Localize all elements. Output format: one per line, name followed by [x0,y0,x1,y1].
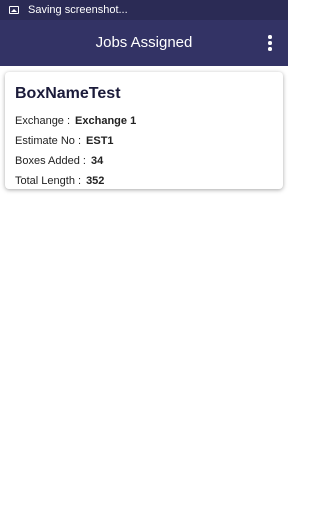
exchange-label: Exchange : [15,115,71,127]
boxes-row: Boxes Added : 34 [15,151,273,171]
status-text: Saving screenshot... [28,4,128,16]
app-bar: Jobs Assigned [0,20,288,66]
job-card[interactable]: BoxNameTest Exchange : Exchange 1 Estimat… [5,72,283,189]
image-icon [9,6,19,14]
menu-dot [268,35,272,39]
page-title: Jobs Assigned [95,34,193,51]
estimate-row: Estimate No : EST1 [15,131,273,151]
estimate-label: Estimate No : [15,135,82,147]
boxes-value: 34 [90,155,104,167]
job-name: BoxNameTest [15,85,121,102]
menu-dot [268,41,272,45]
estimate-value: EST1 [86,135,114,147]
length-row: Total Length : 352 [15,171,273,191]
length-label: Total Length : [15,175,82,187]
exchange-row: Exchange : Exchange 1 [15,111,273,131]
status-bar: Saving screenshot... [0,0,288,20]
more-vert-icon[interactable] [262,33,278,53]
exchange-value: Exchange 1 [75,115,137,127]
length-value: 352 [86,175,105,187]
boxes-label: Boxes Added : [15,155,86,167]
menu-dot [268,47,272,51]
